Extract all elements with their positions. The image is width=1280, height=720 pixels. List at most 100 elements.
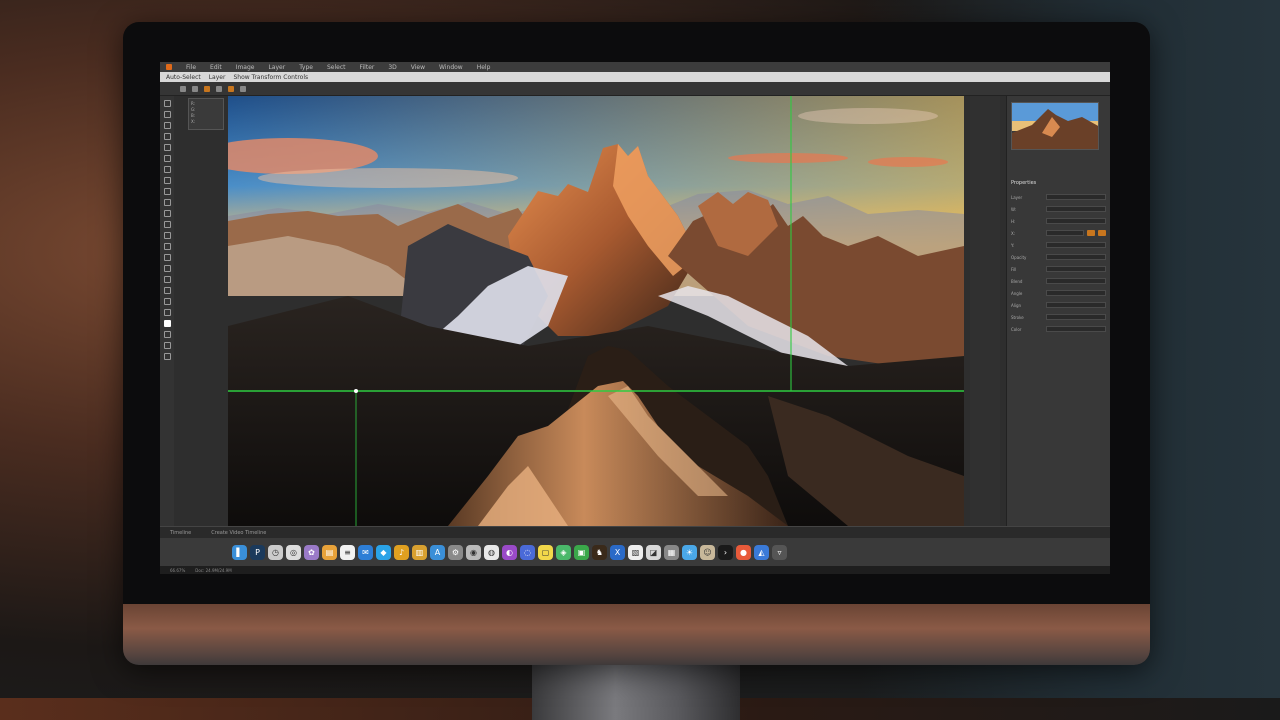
facetime-icon[interactable]: ▣ (574, 544, 589, 560)
brush-tool-icon[interactable] (163, 177, 171, 184)
prop-field[interactable] (1046, 254, 1106, 260)
create-timeline-button[interactable]: Create Video Timeline (211, 530, 266, 536)
prop-row-angle[interactable]: Angle (1011, 288, 1106, 298)
prop-field[interactable] (1046, 278, 1106, 284)
screen-mode-icon[interactable] (163, 353, 171, 360)
podcast-icon[interactable]: ◐ (502, 544, 517, 560)
store-icon[interactable]: A (430, 544, 445, 560)
prop-row-layer[interactable]: Layer (1011, 192, 1106, 202)
dodge-tool-icon[interactable] (163, 243, 171, 250)
chess-icon[interactable]: ♞ (592, 544, 607, 560)
prop-row-y[interactable]: Y: (1011, 240, 1106, 250)
background-color-swatch[interactable] (163, 331, 171, 338)
path-select-tool-icon[interactable] (163, 276, 171, 283)
prop-field[interactable] (1046, 290, 1106, 296)
distribute-icon[interactable] (216, 85, 222, 92)
menu-3d[interactable]: 3D (388, 64, 396, 71)
timeline-label[interactable]: Timeline (170, 530, 191, 536)
menu-select[interactable]: Select (327, 64, 346, 71)
color-swatch[interactable] (1098, 230, 1106, 236)
stickies-icon[interactable]: ▢ (538, 544, 553, 560)
menu-edit[interactable]: Edit (210, 64, 222, 71)
prop-field[interactable] (1046, 230, 1084, 236)
prop-row-color[interactable]: Color (1011, 324, 1106, 334)
shape-tool-icon[interactable] (163, 287, 171, 294)
prop-field[interactable] (1046, 194, 1106, 200)
menu-layer[interactable]: Layer (268, 64, 285, 71)
pen-tool-icon[interactable] (163, 254, 171, 261)
type-tool-icon[interactable] (163, 265, 171, 272)
history-brush-tool-icon[interactable] (163, 199, 171, 206)
maps-icon[interactable]: ◈ (556, 544, 571, 560)
menu-image[interactable]: Image (236, 64, 255, 71)
menu-type[interactable]: Type (299, 64, 313, 71)
color-swatch[interactable] (1087, 230, 1095, 236)
browser-icon[interactable]: ◌ (520, 544, 535, 560)
messages-icon[interactable]: ◆ (376, 544, 391, 560)
safari-icon[interactable]: ◎ (286, 544, 301, 560)
prop-row-x[interactable]: X: (1011, 228, 1106, 238)
align-center-icon[interactable] (192, 85, 198, 92)
mode-3d-icon[interactable] (240, 85, 246, 92)
music-icon[interactable]: ♪ (394, 544, 409, 560)
prop-row-height[interactable]: H: (1011, 216, 1106, 226)
books-icon[interactable]: ▥ (412, 544, 427, 560)
trash-icon[interactable]: ▿ (772, 544, 787, 560)
prop-row-width[interactable]: W: (1011, 204, 1106, 214)
menu-filter[interactable]: Filter (360, 64, 375, 71)
clock-icon[interactable]: ◷ (268, 544, 283, 560)
calculator-icon[interactable]: ▦ (664, 544, 679, 560)
hand-tool-icon[interactable] (163, 298, 171, 305)
eyedropper-tool-icon[interactable] (163, 155, 171, 162)
zoom-level[interactable]: 66.67% (170, 568, 185, 573)
marquee-tool-icon[interactable] (163, 111, 171, 118)
quick-mask-icon[interactable] (163, 342, 171, 349)
crop-tool-icon[interactable] (163, 144, 171, 151)
mail-icon[interactable]: ✉ (358, 544, 373, 560)
gradient-tool-icon[interactable] (163, 221, 171, 228)
stamp-tool-icon[interactable] (163, 188, 171, 195)
contacts-icon[interactable]: ☺ (700, 544, 715, 560)
menu-file[interactable]: File (186, 64, 196, 71)
menu-help[interactable]: Help (477, 64, 491, 71)
prop-row-fill[interactable]: Fill (1011, 264, 1106, 274)
arrange-icon[interactable] (228, 85, 234, 92)
prop-field[interactable] (1046, 206, 1106, 212)
align-right-icon[interactable] (204, 85, 210, 92)
terminal-icon[interactable]: › (718, 544, 733, 560)
prop-row-align[interactable]: Align (1011, 300, 1106, 310)
prop-row-stroke[interactable]: Stroke (1011, 312, 1106, 322)
notes-icon[interactable]: ≡ (340, 544, 355, 560)
prop-field[interactable] (1046, 242, 1106, 248)
option-layer[interactable]: Layer (209, 74, 226, 81)
foreground-color-swatch[interactable] (163, 320, 171, 327)
folder-icon[interactable]: ▤ (322, 544, 337, 560)
photos-icon[interactable]: ✿ (304, 544, 319, 560)
image-canvas[interactable] (228, 96, 964, 526)
prop-field[interactable] (1046, 218, 1106, 224)
eraser-tool-icon[interactable] (163, 210, 171, 217)
settings-icon[interactable]: ⚙ (448, 544, 463, 560)
blur-tool-icon[interactable] (163, 232, 171, 239)
healing-tool-icon[interactable] (163, 166, 171, 173)
align-left-icon[interactable] (180, 85, 186, 92)
photoshop-icon[interactable]: P (250, 544, 265, 560)
navigator-thumbnail[interactable] (1011, 102, 1099, 150)
prop-field[interactable] (1046, 266, 1106, 272)
lasso-tool-icon[interactable] (163, 122, 171, 129)
menu-view[interactable]: View (411, 64, 425, 71)
quick-select-tool-icon[interactable] (163, 133, 171, 140)
keynote-icon[interactable]: ◭ (754, 544, 769, 560)
xcode-icon[interactable]: X (610, 544, 625, 560)
zoom-tool-icon[interactable] (163, 309, 171, 316)
menu-window[interactable]: Window (439, 64, 463, 71)
prop-field[interactable] (1046, 326, 1106, 332)
move-tool-icon[interactable] (163, 100, 171, 107)
preview-icon[interactable]: ◪ (646, 544, 661, 560)
prop-row-opacity[interactable]: Opacity (1011, 252, 1106, 262)
camera-icon[interactable]: ◉ (466, 544, 481, 560)
prop-field[interactable] (1046, 302, 1106, 308)
finder-icon[interactable]: ▌ (232, 544, 247, 560)
option-auto-select[interactable]: Auto-Select (166, 74, 201, 81)
chrome-icon[interactable]: ◍ (484, 544, 499, 560)
